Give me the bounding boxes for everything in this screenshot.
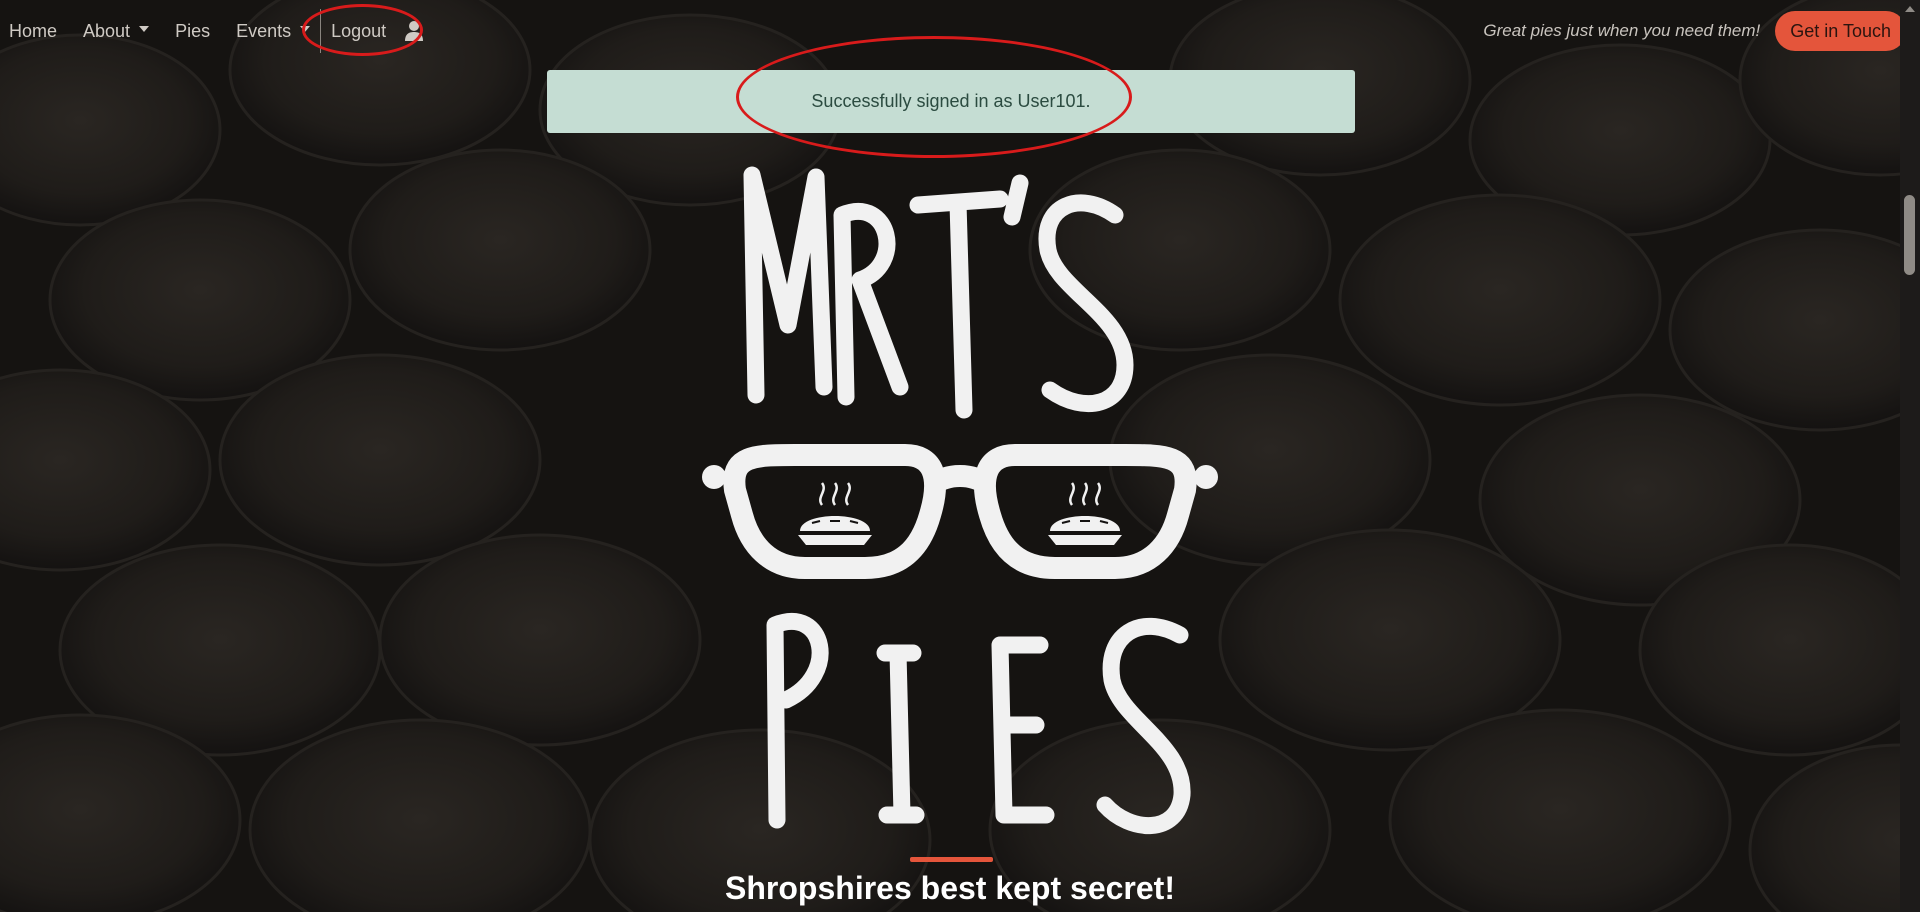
mr-ts-pies-logo — [700, 155, 1220, 840]
nav-pies-label: Pies — [175, 20, 211, 41]
annotation-circle-logout — [302, 4, 423, 56]
hero-tagline: Shropshires best kept secret! — [725, 870, 1175, 906]
hero-accent-divider — [910, 857, 993, 862]
nav-events-label: Events — [236, 20, 292, 41]
steaming-pie-icon — [1048, 482, 1122, 545]
nav-right: Great pies just when you need them! Get … — [1483, 11, 1906, 51]
steaming-pie-icon — [798, 482, 872, 545]
nav-pies-link[interactable]: Pies — [175, 21, 210, 42]
scroll-up-arrow-icon[interactable] — [1905, 6, 1915, 12]
nav-home-link[interactable]: Home — [9, 21, 57, 42]
page-scrollbar[interactable] — [1900, 0, 1920, 912]
nav-about-dropdown[interactable]: About — [83, 20, 150, 42]
get-in-touch-button[interactable]: Get in Touch — [1775, 11, 1906, 51]
caret-down-icon — [139, 26, 150, 32]
header-tagline: Great pies just when you need them! — [1483, 21, 1761, 40]
annotation-circle-alert — [736, 36, 1132, 158]
nav-home-label: Home — [9, 20, 58, 41]
scrollbar-thumb[interactable] — [1904, 195, 1915, 275]
logo-graphic — [702, 166, 1218, 834]
nav-about-label: About — [83, 20, 131, 41]
nav-events-dropdown[interactable]: Events — [236, 20, 311, 42]
